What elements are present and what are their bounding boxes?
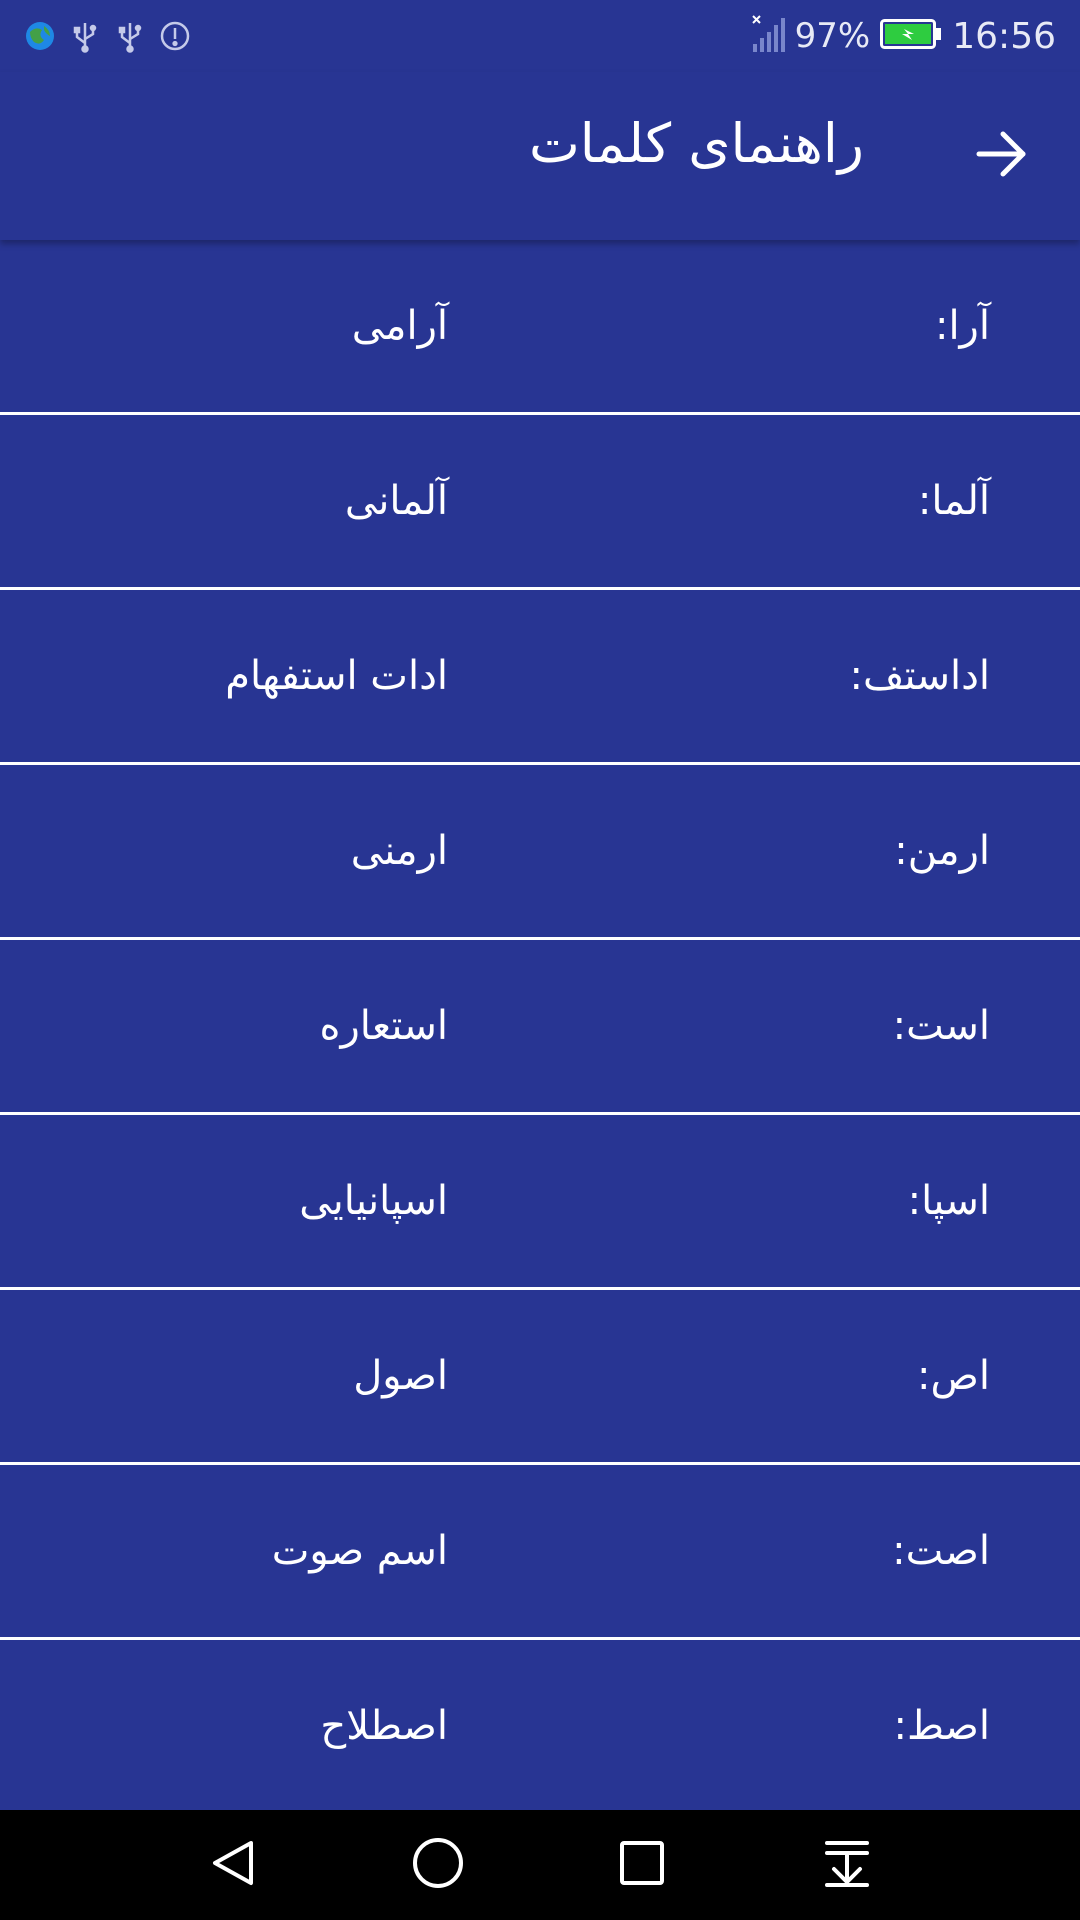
battery-percent: 97% [794, 16, 871, 56]
meaning: اسپانیایی [299, 1178, 448, 1224]
clock: 16:56 [952, 15, 1056, 57]
meaning: ادات استفهام [225, 653, 448, 699]
abbreviation: اداستف: [849, 653, 990, 699]
notifications-pulldown-icon [822, 1837, 872, 1893]
back-button[interactable] [970, 124, 1034, 188]
abbreviation: اص: [917, 1353, 990, 1399]
abbreviation: است: [892, 1003, 990, 1049]
status-left-icons [22, 18, 202, 54]
abbreviation: آلما: [917, 478, 990, 524]
meaning: استعاره [319, 1003, 448, 1049]
list-item[interactable]: اصت: اسم صوت [0, 1465, 1080, 1640]
list-item[interactable]: اصط: اصطلاح [0, 1640, 1080, 1815]
word-list: آرا: آرامی آلما: آلمانی اداستف: ادات است… [0, 240, 1080, 1815]
meaning: اصول [353, 1353, 448, 1399]
app-bar: راهنمای کلمات [0, 72, 1080, 240]
nav-home-button[interactable] [403, 1830, 473, 1900]
back-triangle-icon [207, 1837, 259, 1893]
list-item[interactable]: است: استعاره [0, 940, 1080, 1115]
meaning: اصطلاح [320, 1703, 448, 1749]
status-bar: 97% 16:56 [0, 0, 1080, 72]
usb-icon [67, 18, 103, 54]
nav-back-button[interactable] [198, 1830, 268, 1900]
meaning: آرامی [351, 303, 448, 349]
list-item[interactable]: آرا: آرامی [0, 240, 1080, 415]
nav-notifications-button[interactable] [812, 1830, 882, 1900]
abbreviation: اصط: [893, 1703, 990, 1749]
abbreviation: ارمن: [894, 828, 990, 874]
arrow-right-icon [975, 130, 1029, 182]
alert-icon [157, 18, 193, 54]
abbreviation: اصت: [892, 1528, 990, 1574]
meaning: ارمنی [350, 828, 448, 874]
abbreviation: آرا: [934, 303, 990, 349]
nav-recents-button[interactable] [607, 1830, 677, 1900]
recents-square-icon [617, 1838, 667, 1892]
page-title: راهنمای کلمات [528, 112, 864, 175]
battery-charging-icon [880, 19, 942, 53]
system-nav-bar [0, 1810, 1080, 1920]
home-circle-icon [411, 1836, 465, 1894]
meaning: اسم صوت [271, 1528, 448, 1574]
list-item[interactable]: اسپا: اسپانیایی [0, 1115, 1080, 1290]
signal-icon [751, 14, 787, 58]
list-item[interactable]: اص: اصول [0, 1290, 1080, 1465]
list-item[interactable]: آلما: آلمانی [0, 415, 1080, 590]
status-right-icons: 97% 16:56 [751, 10, 1056, 62]
abbreviation: اسپا: [907, 1178, 990, 1224]
list-item[interactable]: اداستف: ادات استفهام [0, 590, 1080, 765]
meaning: آلمانی [344, 478, 448, 524]
list-item[interactable]: ارمن: ارمنی [0, 765, 1080, 940]
globe-icon [22, 18, 58, 54]
usb-icon [112, 18, 148, 54]
